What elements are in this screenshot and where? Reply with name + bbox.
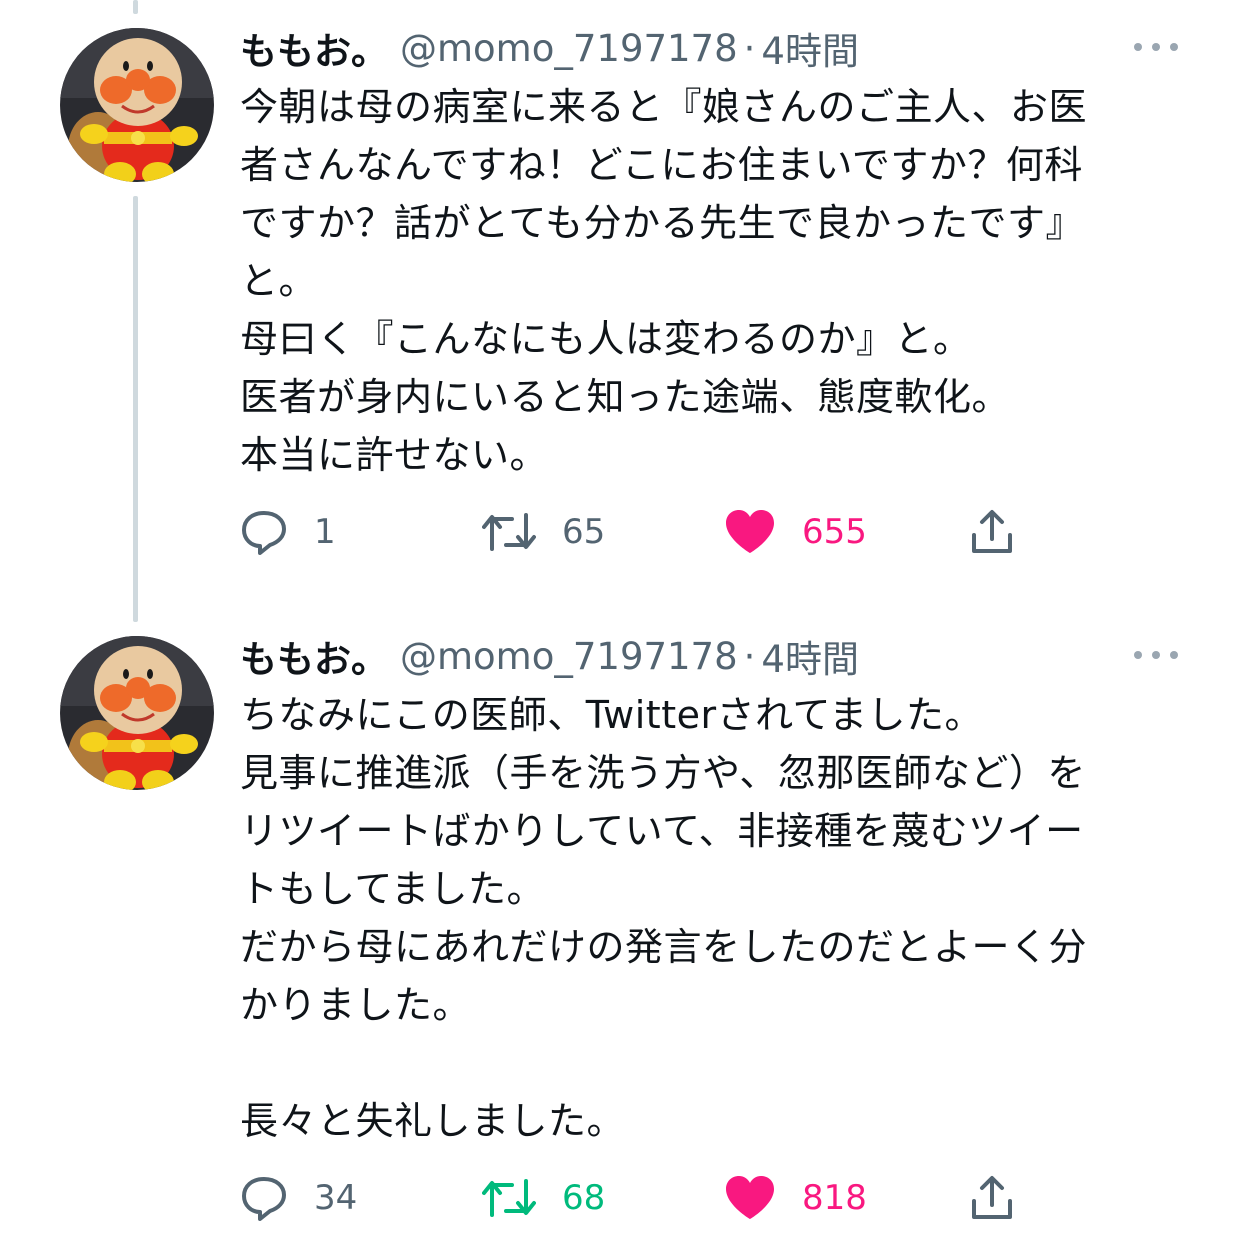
retweet-count: 65 bbox=[562, 512, 606, 552]
author-handle[interactable]: @momo_7197178 bbox=[400, 27, 738, 70]
tweet-text-line: 医者が身内にいると知った途端、態度軟化。 bbox=[240, 375, 1011, 419]
tweet-text-line: だから母にあれだけの発言をしたのだとよーく分 bbox=[240, 925, 1088, 969]
retweet-icon bbox=[482, 1179, 536, 1217]
reply-button[interactable]: 34 bbox=[240, 1173, 357, 1223]
avatar[interactable] bbox=[60, 636, 214, 790]
reply-icon bbox=[242, 1177, 286, 1221]
tweet-text: 今朝は母の病室に来ると『娘さんのご主人、お医 者さんなんですね！どこにお住まいで… bbox=[240, 78, 1180, 484]
reply-icon bbox=[242, 511, 286, 555]
tweet-text-line bbox=[240, 1034, 1180, 1092]
reply-count: 34 bbox=[314, 1178, 358, 1218]
tweet-header: ももお。 @momo_7197178 · 4時間 bbox=[240, 629, 859, 683]
more-icon[interactable] bbox=[1134, 650, 1178, 660]
more-icon[interactable] bbox=[1134, 42, 1178, 52]
author-handle[interactable]: @momo_7197178 bbox=[400, 635, 738, 678]
tweet-actions: 34 68 818 bbox=[240, 1173, 1040, 1223]
like-button[interactable]: 655 bbox=[724, 507, 867, 557]
heart-icon bbox=[726, 1176, 774, 1219]
retweet-icon bbox=[482, 513, 536, 551]
retweet-count: 68 bbox=[562, 1178, 606, 1218]
tweet-text: ちなみにこの医師、Twitterされてました。 見事に推進派（手を洗う方や、忽那… bbox=[240, 686, 1180, 1150]
avatar-icon bbox=[60, 636, 214, 790]
retweet-button[interactable]: 65 bbox=[482, 507, 605, 557]
reply-button[interactable]: 1 bbox=[240, 507, 336, 557]
tweet-text-line: 見事に推進派（手を洗う方や、忽那医師など）を bbox=[240, 751, 1086, 795]
tweet-header: ももお。 @momo_7197178 · 4時間 bbox=[240, 21, 859, 75]
tweet-text-line: 者さんなんですね！どこにお住まいですか？何科 bbox=[240, 143, 1083, 187]
retweet-button[interactable]: 68 bbox=[482, 1173, 605, 1223]
separator-dot: · bbox=[743, 26, 756, 70]
timestamp[interactable]: 4時間 bbox=[761, 21, 859, 75]
share-button[interactable] bbox=[970, 507, 1014, 557]
tweet-actions: 1 65 655 bbox=[240, 507, 1040, 557]
tweet-text-line: ちなみにこの医師、Twitterされてました。 bbox=[240, 693, 984, 737]
tweet-text-line: 母曰く『こんなにも人は変わるのか』と。 bbox=[240, 317, 972, 361]
tweet-text-line: と。 bbox=[240, 259, 318, 303]
avatar[interactable] bbox=[60, 28, 214, 182]
tweet-text-line: 今朝は母の病室に来ると『娘さんのご主人、お医 bbox=[240, 85, 1088, 129]
tweet-text-line: 本当に許せない。 bbox=[240, 433, 549, 477]
share-icon bbox=[972, 1176, 1012, 1219]
tweet-text-line: ですか？話がとても分かる先生で良かったです』 bbox=[240, 201, 1084, 245]
reply-count: 1 bbox=[314, 512, 336, 552]
share-icon bbox=[972, 510, 1012, 553]
tweet-text-line: トもしてました。 bbox=[240, 867, 545, 911]
tweet-text-line: 長々と失礼しました。 bbox=[240, 1099, 626, 1143]
author-name[interactable]: ももお。 bbox=[240, 21, 388, 75]
like-button[interactable]: 818 bbox=[724, 1173, 867, 1223]
like-count: 655 bbox=[802, 512, 867, 552]
avatar-icon bbox=[60, 28, 214, 182]
tweet[interactable]: ももお。 @momo_7197178 · 4時間 ちなみにこの医師、Twitte… bbox=[0, 608, 1242, 1248]
tweet[interactable]: ももお。 @momo_7197178 · 4時間 今朝は母の病室に来ると『娘さん… bbox=[0, 0, 1242, 600]
share-button[interactable] bbox=[970, 1173, 1014, 1223]
separator-dot: · bbox=[743, 634, 756, 678]
timestamp[interactable]: 4時間 bbox=[761, 629, 859, 683]
tweet-text-line: リツイートばかりしていて、非接種を蔑むツイー bbox=[240, 809, 1084, 853]
heart-icon bbox=[726, 510, 774, 553]
tweet-text-line: かりました。 bbox=[240, 983, 472, 1027]
like-count: 818 bbox=[802, 1178, 867, 1218]
author-name[interactable]: ももお。 bbox=[240, 629, 388, 683]
